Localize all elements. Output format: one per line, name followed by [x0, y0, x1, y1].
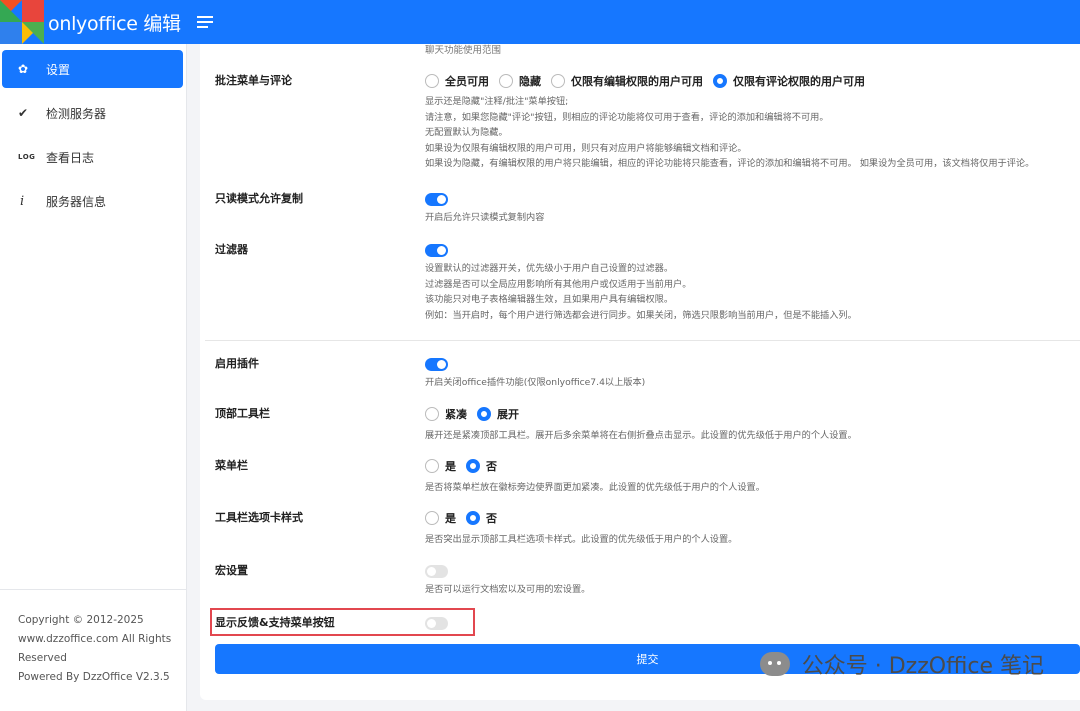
- sidebar-item-label: 查看日志: [46, 150, 95, 165]
- setting-label: 工具栏选项卡样式: [215, 511, 303, 524]
- readonly-copy-switch[interactable]: [425, 190, 448, 208]
- radio-circle: [477, 407, 491, 421]
- comments-radio-group: 全员可用 隐藏 仅限有编辑权限的用户可用 仅限有评论权限的用户可用: [425, 72, 875, 90]
- settings-panel: 聊天功能使用范围 批注菜单与评论 全员可用 隐藏 仅限有编辑权限的用户可用 仅限…: [200, 44, 1080, 700]
- desc-line: 请注意，如果您隐藏"评论"按钮，则相应的评论功能将仅可用于查看，评论的添加和编辑…: [425, 111, 829, 123]
- radio-label: 隐藏: [519, 75, 541, 88]
- radio-label: 否: [486, 460, 497, 473]
- radio-yes[interactable]: 是: [425, 510, 456, 526]
- setting-label: 只读模式允许复制: [215, 192, 303, 205]
- setting-description: 展开还是紧凑顶部工具栏。展开后多余菜单将在右侧折叠点击显示。此设置的优先级低于用…: [425, 430, 857, 441]
- menubar-radio-group: 是 否: [425, 457, 507, 475]
- radio-circle: [425, 74, 439, 88]
- filter-switch[interactable]: [425, 241, 448, 259]
- copyright-text: Copyright © 2012-2025: [18, 614, 144, 626]
- website-text: www.dzzoffice.com All Rights: [18, 633, 172, 645]
- radio-label: 紧凑: [445, 408, 467, 421]
- wechat-watermark: 公众号 · DzzOffice 笔记: [759, 648, 1044, 680]
- toggle-switch[interactable]: [425, 243, 448, 257]
- gear-icon: ✿: [18, 62, 29, 76]
- radio-circle: [425, 407, 439, 421]
- radio-label: 是: [445, 512, 456, 525]
- top-bar: onlyoffice 编辑: [0, 0, 1080, 44]
- desc-line: 设置默认的过滤器开关，优先级小于用户自己设置的过滤器。: [425, 263, 674, 274]
- sidebar-item-settings[interactable]: ✿ 设置: [2, 50, 183, 88]
- watermark-text: 公众号 · DzzOffice 笔记: [801, 654, 1044, 679]
- sidebar: ✿ 设置 ✔ 检测服务器 LOG 查看日志 i 服务器信息 Copyright …: [0, 44, 187, 711]
- log-icon: LOG: [18, 153, 36, 161]
- powered-by-text: Powered By DzzOffice V2.3.5: [18, 671, 170, 683]
- toggle-switch[interactable]: [425, 192, 448, 206]
- setting-description: 显示还是隐藏"注释/批注"菜单按钮; 请注意，如果您隐藏"评论"按钮，则相应的评…: [425, 94, 1034, 172]
- desc-line: 显示还是隐藏"注释/批注"菜单按钮;: [425, 96, 569, 107]
- feedback-switch[interactable]: [425, 614, 448, 632]
- toggle-switch[interactable]: [425, 616, 448, 630]
- radio-compact[interactable]: 紧凑: [425, 406, 467, 422]
- radio-circle: [425, 511, 439, 525]
- menu-toggle-icon[interactable]: [197, 16, 213, 28]
- radio-label: 展开: [497, 408, 519, 421]
- radio-circle: [466, 459, 480, 473]
- radio-label: 否: [486, 512, 497, 525]
- info-icon: i: [20, 193, 25, 209]
- sidebar-item-label: 检测服务器: [46, 106, 107, 121]
- radio-comment-users[interactable]: 仅限有评论权限的用户可用: [713, 73, 865, 89]
- setting-description: 开启关闭office插件功能(仅限onlyoffice7.4以上版本): [425, 377, 646, 388]
- sidebar-item-server-info[interactable]: i 服务器信息: [2, 182, 183, 220]
- rights-text: Reserved: [18, 652, 67, 664]
- desc-line: 该功能只对电子表格编辑器生效，且如果用户具有编辑权限。: [425, 294, 674, 305]
- radio-hidden[interactable]: 隐藏: [499, 73, 541, 89]
- macros-switch[interactable]: [425, 562, 448, 580]
- radio-no[interactable]: 否: [466, 458, 497, 474]
- setting-label: 批注菜单与评论: [215, 74, 292, 87]
- sidebar-item-label: 服务器信息: [46, 194, 107, 209]
- sidebar-item-logs[interactable]: LOG 查看日志: [2, 138, 183, 176]
- check-icon: ✔: [18, 106, 29, 120]
- radio-all-users[interactable]: 全员可用: [425, 73, 489, 89]
- setting-label: 菜单栏: [215, 459, 248, 472]
- setting-label: 顶部工具栏: [215, 407, 270, 420]
- wechat-icon: [759, 652, 790, 676]
- toggle-switch[interactable]: [425, 357, 448, 371]
- setting-description: 设置默认的过滤器开关，优先级小于用户自己设置的过滤器。 过滤器是否可以全局应用影…: [425, 261, 857, 323]
- radio-circle: [425, 459, 439, 473]
- desc-line: 过滤器是否可以全局应用影响所有其他用户或仅适用于当前用户。: [425, 278, 692, 290]
- radio-no[interactable]: 否: [466, 510, 497, 526]
- radio-expanded[interactable]: 展开: [477, 406, 519, 422]
- radio-circle: [713, 74, 727, 88]
- setting-description: 是否突出显示顶部工具栏选项卡样式。此设置的优先级低于用户的个人设置。: [425, 534, 738, 545]
- desc-line: 无配置默认为隐藏。: [425, 127, 508, 138]
- radio-edit-users[interactable]: 仅限有编辑权限的用户可用: [551, 73, 703, 89]
- desc-line: 如果设为隐藏，有编辑权限的用户将只能编辑，相应的评论功能将只能查看，评论的添加和…: [425, 158, 1035, 169]
- section-divider: [205, 340, 1080, 341]
- desc-line: 例如：当开启时，每个用户进行筛选都会进行同步。如果关闭，筛选只限影响当前用户，但…: [425, 309, 857, 321]
- radio-circle: [499, 74, 513, 88]
- setting-description: 是否将菜单栏放在徽标旁边使界面更加紧凑。此设置的优先级低于用户的个人设置。: [425, 482, 765, 493]
- setting-label: 宏设置: [215, 564, 248, 577]
- radio-label: 仅限有评论权限的用户可用: [733, 75, 865, 88]
- tab-style-radio-group: 是 否: [425, 509, 507, 527]
- top-description: 聊天功能使用范围: [425, 45, 502, 56]
- setting-description: 开启后允许只读模式复制内容: [425, 212, 545, 223]
- plugins-switch[interactable]: [425, 355, 448, 373]
- setting-label: 显示反馈&支持菜单按钮: [215, 616, 335, 629]
- radio-label: 仅限有编辑权限的用户可用: [571, 75, 703, 88]
- desc-line: 如果设为仅限有编辑权限的用户可用，则只有对应用户将能够编辑文档和评论。: [425, 142, 747, 154]
- app-title: onlyoffice 编辑: [48, 12, 181, 35]
- setting-label: 启用插件: [215, 357, 259, 370]
- toggle-switch[interactable]: [425, 564, 448, 578]
- radio-circle: [466, 511, 480, 525]
- brand[interactable]: onlyoffice 编辑: [0, 0, 187, 44]
- radio-circle: [551, 74, 565, 88]
- sidebar-item-check-server[interactable]: ✔ 检测服务器: [2, 94, 183, 132]
- radio-label: 是: [445, 460, 456, 473]
- sidebar-item-label: 设置: [46, 62, 71, 77]
- setting-label: 过滤器: [215, 243, 248, 256]
- app-logo-icon: [0, 0, 44, 44]
- setting-description: 是否可以运行文档宏以及可用的宏设置。: [425, 584, 591, 595]
- radio-label: 全员可用: [445, 75, 489, 88]
- radio-yes[interactable]: 是: [425, 458, 456, 474]
- toolbar-radio-group: 紧凑 展开: [425, 405, 529, 423]
- sidebar-footer: Copyright © 2012-2025 www.dzzoffice.com …: [0, 589, 186, 711]
